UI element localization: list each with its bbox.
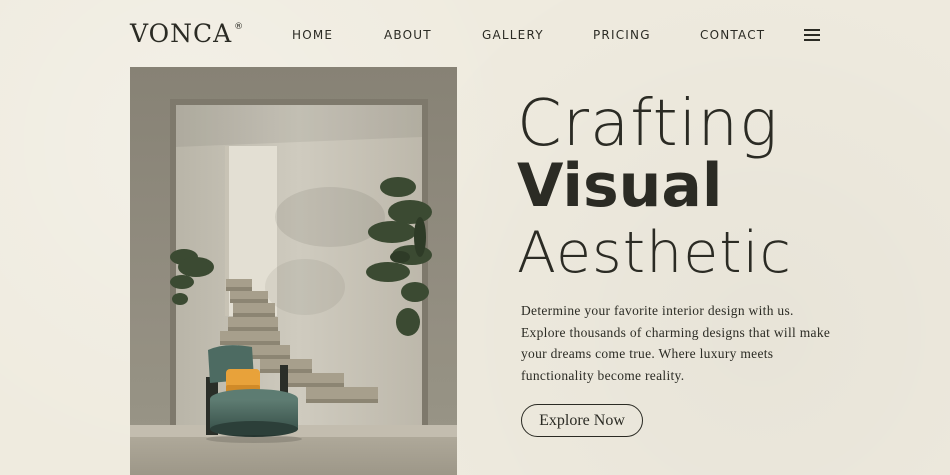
headline-crafting: Crafting	[517, 87, 779, 161]
nav-contact-link[interactable]: CONTACT	[700, 28, 765, 42]
nav-home-link[interactable]: HOME	[292, 28, 333, 42]
hamburger-menu-icon[interactable]	[804, 29, 820, 41]
desc-line-3: your dreams come true. Where luxury meet…	[521, 346, 774, 361]
nav-about-link[interactable]: ABOUT	[384, 28, 432, 42]
headline-visual: Visual	[517, 151, 723, 221]
hero-interior-image	[130, 67, 457, 475]
desc-line-4: functionality become reality.	[521, 367, 685, 383]
explore-now-button[interactable]: Explore Now	[521, 404, 643, 437]
hero-description: Determine your favorite interior design …	[521, 300, 841, 386]
nav-gallery-link[interactable]: GALLERY	[482, 28, 544, 42]
desc-line-1: Determine your favorite interior design …	[521, 303, 794, 318]
brand-logo[interactable]: VONCA ®	[130, 21, 244, 46]
nav-pricing-link[interactable]: PRICING	[593, 28, 651, 42]
headline-aesthetic: Aesthetic	[517, 220, 792, 286]
desc-line-2: Explore thousands of charming designs th…	[521, 324, 831, 340]
